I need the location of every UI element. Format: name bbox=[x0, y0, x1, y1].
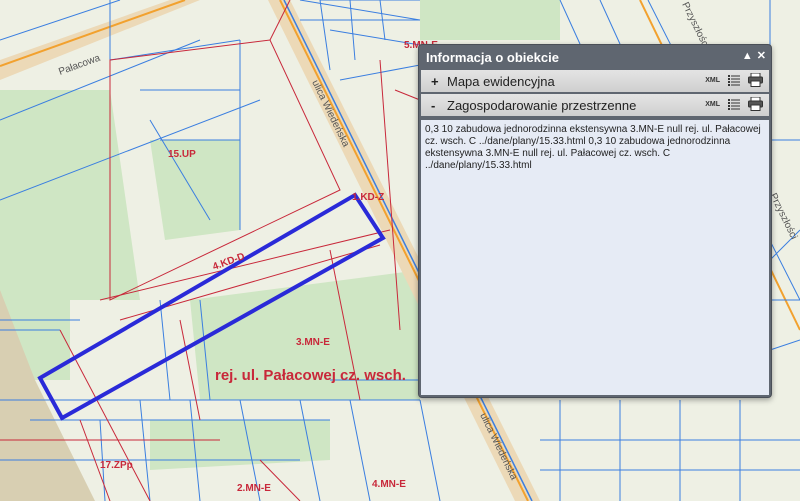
section-label: Mapa ewidencyjna bbox=[447, 73, 555, 89]
section-label: Zagospodarowanie przestrzenne bbox=[447, 97, 637, 113]
panel-titlebar[interactable]: Informacja o obiekcie ▲ ✕ bbox=[419, 45, 771, 70]
minimize-icon[interactable]: ▲ bbox=[742, 50, 753, 62]
print-icon[interactable] bbox=[748, 73, 763, 87]
list-icon[interactable] bbox=[728, 74, 740, 86]
section-zagospodarowanie[interactable]: - Zagospodarowanie przestrzenne XML bbox=[421, 94, 769, 116]
zone-label-mn-center: 3.MN-E bbox=[296, 337, 330, 348]
zone-label-up: 15.UP bbox=[168, 149, 196, 160]
xml-button[interactable]: XML bbox=[705, 101, 720, 108]
list-icon[interactable] bbox=[728, 98, 740, 110]
info-text: 0,3 10 zabudowa jednorodzinna ekstensywn… bbox=[425, 124, 761, 171]
close-icon[interactable]: ✕ bbox=[757, 50, 766, 62]
panel-title: Informacja o obiekcie bbox=[426, 50, 559, 65]
section-mapa-ewidencyjna[interactable]: + Mapa ewidencyjna XML bbox=[421, 70, 769, 92]
street-label-palacowej: rej. ul. Pałacowej cz. wsch. bbox=[215, 367, 406, 384]
zone-label-mn-bottom-left: 2.MN-E bbox=[237, 483, 271, 494]
zone-label-mn-bottom-right: 4.MN-E bbox=[372, 479, 406, 490]
xml-button[interactable]: XML bbox=[705, 77, 720, 84]
object-info-panel[interactable]: Informacja o obiekcie ▲ ✕ + Mapa ewidenc… bbox=[418, 44, 772, 398]
print-icon[interactable] bbox=[748, 97, 763, 111]
info-content: 0,3 10 zabudowa jednorodzinna ekstensywn… bbox=[421, 120, 769, 395]
expand-toggle[interactable]: + bbox=[431, 74, 441, 89]
zone-label-zpp: 17.ZPp bbox=[100, 460, 133, 471]
zone-label-kd-z: 1.KD-Z bbox=[352, 192, 384, 203]
collapse-toggle[interactable]: - bbox=[431, 98, 441, 113]
